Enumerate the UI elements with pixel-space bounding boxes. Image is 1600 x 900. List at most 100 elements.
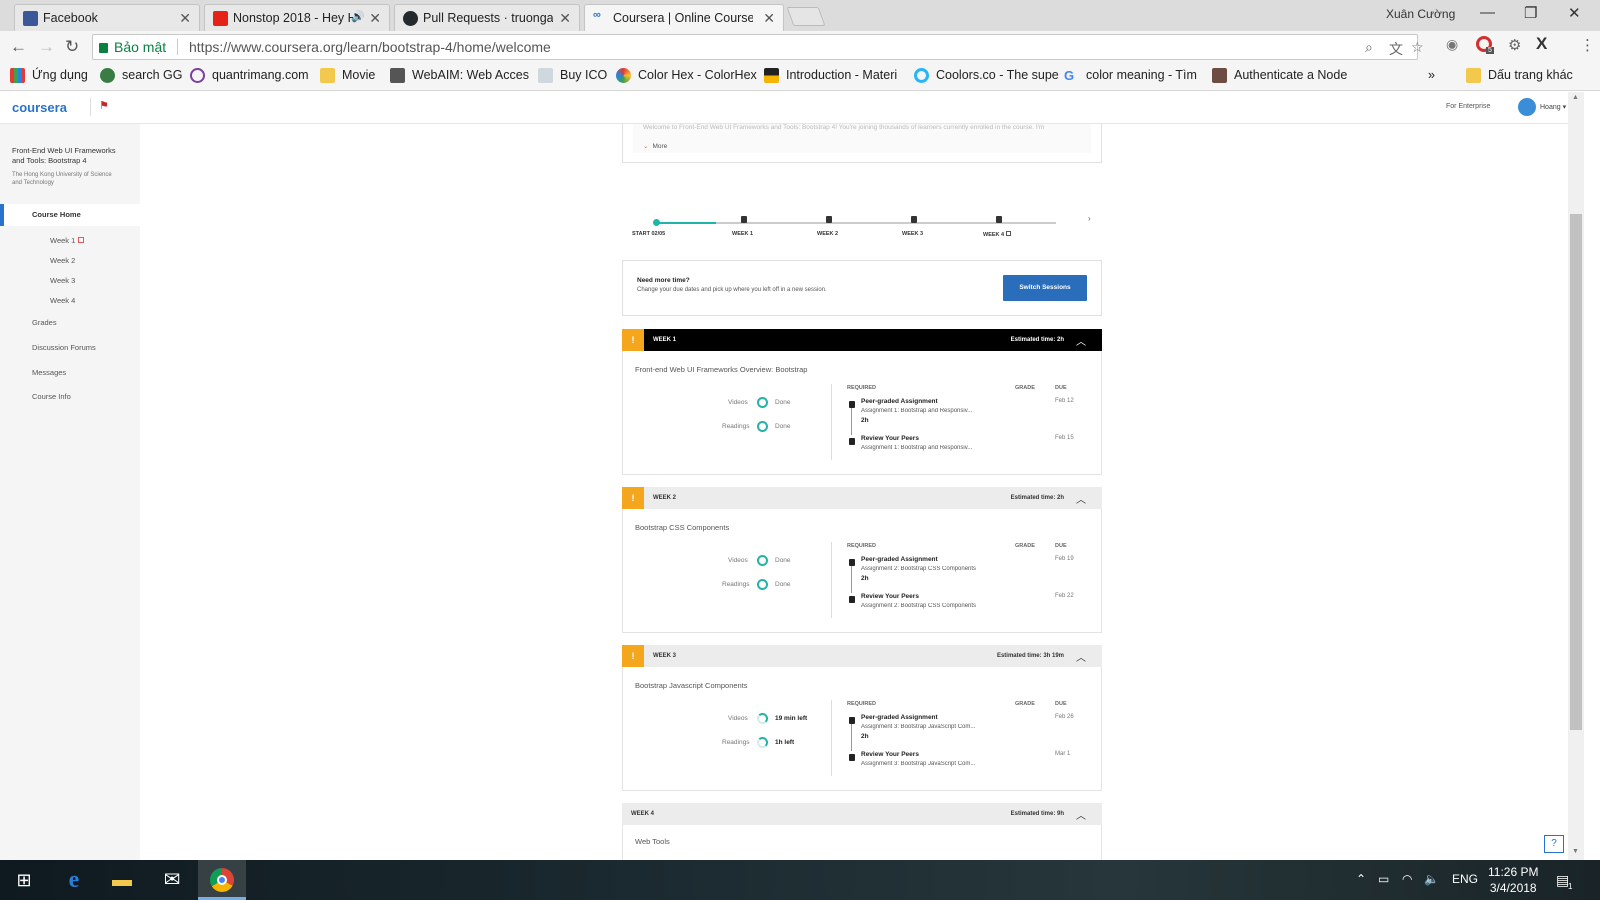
coursera-logo[interactable]: coursera	[12, 100, 67, 115]
help-button[interactable]: ?	[1544, 835, 1564, 853]
week-title[interactable]: Web Tools	[635, 837, 670, 846]
reload-icon[interactable]: ↻	[65, 37, 79, 57]
close-tab-icon[interactable]: ✕	[763, 10, 775, 27]
close-tab-icon[interactable]: ✕	[179, 10, 191, 27]
scroll-down-icon[interactable]: ▼	[1572, 848, 1579, 855]
forward-icon[interactable]: →	[38, 37, 55, 57]
security-indicator[interactable]: Bảo mật	[99, 39, 166, 55]
battery-icon[interactable]: ▭	[1378, 872, 1389, 886]
bookmark-authenticate-node[interactable]: Authenticate a Node	[1212, 68, 1347, 83]
wifi-icon[interactable]: ◠	[1402, 872, 1412, 886]
edge-icon[interactable]: e	[62, 868, 86, 892]
gear-extension-icon[interactable]: ⚙	[1508, 36, 1521, 54]
restore-icon[interactable]: ❐	[1524, 4, 1537, 22]
bookmark-search-gg[interactable]: search GG	[100, 68, 182, 83]
sidebar-item-discussion-forums[interactable]: Discussion Forums	[32, 343, 96, 352]
sidebar-item-week-4[interactable]: Week 4	[50, 296, 75, 305]
bookmarks-overflow-icon[interactable]: »	[1428, 68, 1435, 82]
chevron-up-icon[interactable]: ︿	[1076, 333, 1086, 348]
page-scrollbar[interactable]: ▲ ▼	[1568, 92, 1584, 860]
course-title[interactable]: Front-End Web UI Frameworks and Tools: B…	[12, 146, 130, 166]
lock-icon	[99, 43, 108, 53]
language-indicator[interactable]: ENG	[1452, 872, 1478, 886]
university-logo-icon[interactable]: ⚑	[99, 99, 109, 112]
new-tab-button[interactable]	[786, 7, 826, 26]
timeline-label[interactable]: WEEK 1	[732, 231, 753, 237]
bookmark-movie[interactable]: Movie	[320, 68, 375, 83]
week-title[interactable]: Bootstrap CSS Components	[635, 523, 729, 532]
week-3-header[interactable]: ! WEEK 3 Estimated time: 3h 19m ︿	[622, 645, 1102, 667]
bookmark-apps[interactable]: Ứng dụng	[10, 68, 88, 83]
audio-playing-icon[interactable]: 🔊	[351, 10, 365, 23]
avatar[interactable]	[1518, 98, 1536, 116]
back-icon[interactable]: ←	[10, 37, 27, 57]
week-title[interactable]: Front-end Web UI Frameworks Overview: Bo…	[635, 365, 807, 374]
windows-start-icon[interactable]: ⊞	[12, 868, 36, 892]
chevron-up-icon[interactable]: ︿	[1076, 491, 1086, 506]
bookmark-other[interactable]: Dấu trang khác	[1466, 68, 1573, 83]
user-menu[interactable]: Hoang ▾	[1540, 103, 1566, 111]
mail-icon[interactable]: ✉	[160, 868, 184, 892]
close-tab-icon[interactable]: ✕	[369, 10, 381, 27]
chrome-icon[interactable]	[210, 868, 234, 892]
close-tab-icon[interactable]: ✕	[559, 10, 571, 27]
scroll-up-icon[interactable]: ▲	[1572, 94, 1579, 101]
bookmark-webaim[interactable]: WebAIM: Web Acces	[390, 68, 529, 83]
tray-expand-icon[interactable]: ⌃	[1356, 872, 1366, 886]
tab-coursera[interactable]: ∞ Coursera | Online Course ✕	[584, 4, 784, 31]
bookmark-material[interactable]: Introduction - Materi	[764, 68, 897, 83]
address-bar[interactable]: Bảo mật https://www.coursera.org/learn/b…	[92, 34, 1424, 60]
assignment-title[interactable]: Review Your Peers	[861, 751, 919, 758]
more-toggle[interactable]: ⌄ More	[643, 142, 667, 150]
sidebar-item-week-1[interactable]: Week 1	[50, 236, 85, 245]
chevron-up-icon[interactable]: ︿	[1076, 807, 1086, 822]
minimize-icon[interactable]: —	[1480, 4, 1495, 21]
sidebar-item-week-3[interactable]: Week 3	[50, 276, 75, 285]
bookmark-star-icon[interactable]: ☆	[1411, 39, 1424, 56]
extension-icon[interactable]: ◉	[1446, 36, 1458, 53]
bookmark-coolors[interactable]: Coolors.co - The supe	[914, 68, 1059, 83]
timeline-label[interactable]: WEEK 3	[902, 231, 923, 237]
week-1-header[interactable]: ! WEEK 1 Estimated time: 2h ︿	[622, 329, 1102, 351]
bookmark-colorhex[interactable]: Color Hex - ColorHex	[616, 68, 757, 83]
close-window-icon[interactable]: ✕	[1568, 4, 1581, 22]
assignment-hours: 2h	[861, 733, 869, 740]
sidebar-item-grades[interactable]: Grades	[32, 318, 57, 327]
bookmark-color-meaning[interactable]: Gcolor meaning - Tìm	[1064, 68, 1197, 83]
translate-icon[interactable]: 文	[1389, 39, 1403, 59]
divider	[90, 98, 91, 116]
timeline-label[interactable]: WEEK 4	[983, 231, 1011, 238]
sidebar-item-course-info[interactable]: Course Info	[32, 392, 71, 401]
timeline-label[interactable]: WEEK 2	[817, 231, 838, 237]
lock-icon	[849, 596, 855, 603]
switch-sessions-button[interactable]: Switch Sessions	[1003, 275, 1087, 301]
lock-icon	[741, 216, 747, 223]
x-extension-icon[interactable]: X	[1536, 34, 1547, 54]
menu-icon[interactable]: ⋮	[1580, 36, 1595, 54]
tab-facebook[interactable]: Facebook ✕	[14, 4, 200, 31]
zoom-icon[interactable]: ⌕	[1365, 39, 1373, 56]
assignment-title[interactable]: Peer-graded Assignment	[861, 714, 938, 721]
assignment-title[interactable]: Review Your Peers	[861, 435, 919, 442]
chevron-up-icon[interactable]: ︿	[1076, 649, 1086, 664]
week-2-header[interactable]: ! WEEK 2 Estimated time: 2h ︿	[622, 487, 1102, 509]
bookmark-buy-ico[interactable]: Buy ICO	[538, 68, 607, 83]
scrollbar-thumb[interactable]	[1570, 214, 1582, 730]
warning-icon: !	[622, 329, 644, 351]
clock[interactable]: 11:26 PM 3/4/2018	[1488, 864, 1538, 896]
bookmark-quantrimang[interactable]: quantrimang.com	[190, 68, 309, 83]
volume-icon[interactable]: 🔈	[1424, 872, 1439, 886]
for-enterprise-link[interactable]: For Enterprise	[1446, 103, 1490, 110]
file-explorer-icon[interactable]: ▬	[110, 868, 134, 892]
sidebar-item-week-2[interactable]: Week 2	[50, 256, 75, 265]
week-title[interactable]: Bootstrap Javascript Components	[635, 681, 748, 690]
sidebar-item-course-home[interactable]: Course Home	[0, 204, 140, 226]
url-text[interactable]: https://www.coursera.org/learn/bootstrap…	[189, 39, 551, 55]
assignment-title[interactable]: Peer-graded Assignment	[861, 556, 938, 563]
tab-youtube[interactable]: Nonstop 2018 - Hey H 🔊 ✕	[204, 4, 390, 31]
assignment-title[interactable]: Peer-graded Assignment	[861, 398, 938, 405]
sidebar-item-messages[interactable]: Messages	[32, 368, 66, 377]
assignment-title[interactable]: Review Your Peers	[861, 593, 919, 600]
tab-github[interactable]: Pull Requests · truongan ✕	[394, 4, 580, 31]
week-4-header[interactable]: WEEK 4 Estimated time: 9h ︿	[622, 803, 1102, 825]
